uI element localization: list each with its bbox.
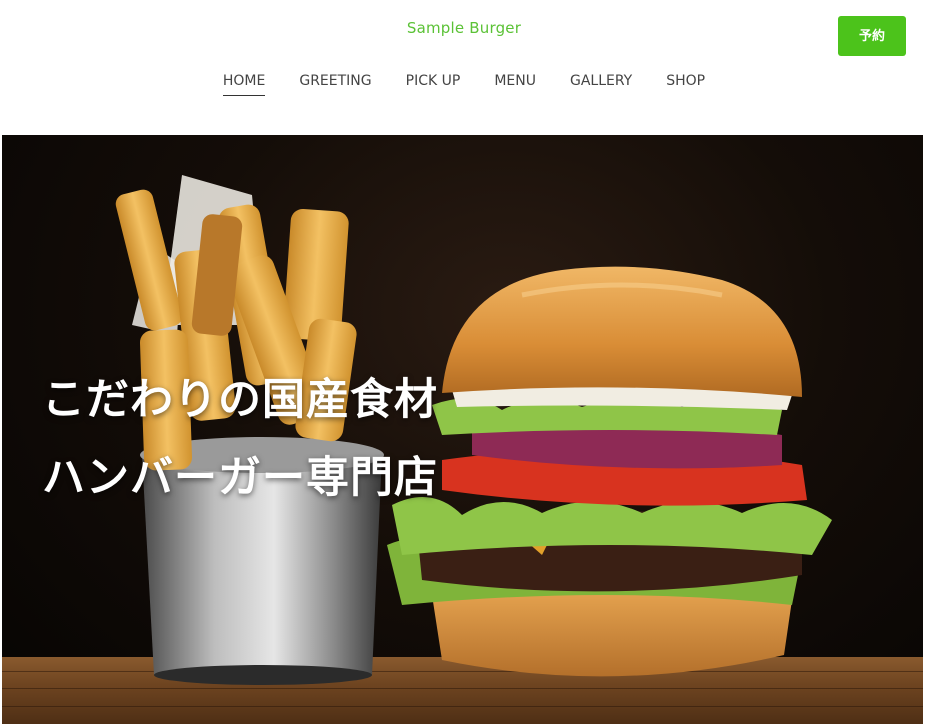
hero-headline-line1: こだわりの国産食材 — [42, 375, 438, 425]
nav-item-shop[interactable]: SHOP — [649, 72, 722, 94]
nav-item-menu[interactable]: MENU — [477, 72, 553, 94]
burger — [387, 266, 832, 677]
hero-banner: こだわりの国産食材 ハンバーガー専門店 — [2, 135, 923, 724]
hero-headline: こだわりの国産食材 ハンバーガー専門店 — [42, 361, 438, 517]
nav-item-home[interactable]: HOME — [206, 72, 282, 96]
nav-item-pickup[interactable]: PICK UP — [389, 72, 478, 94]
reserve-button[interactable]: 予約 — [838, 16, 906, 56]
site-logo[interactable]: Sample Burger — [0, 19, 928, 37]
hero-headline-line2: ハンバーガー専門店 — [42, 453, 438, 503]
nav-item-greeting[interactable]: GREETING — [282, 72, 388, 94]
nav-item-gallery[interactable]: GALLERY — [553, 72, 649, 94]
main-nav: HOME GREETING PICK UP MENU GALLERY SHOP — [0, 72, 928, 96]
site-header: Sample Burger 予約 HOME GREETING PICK UP M… — [0, 0, 928, 135]
